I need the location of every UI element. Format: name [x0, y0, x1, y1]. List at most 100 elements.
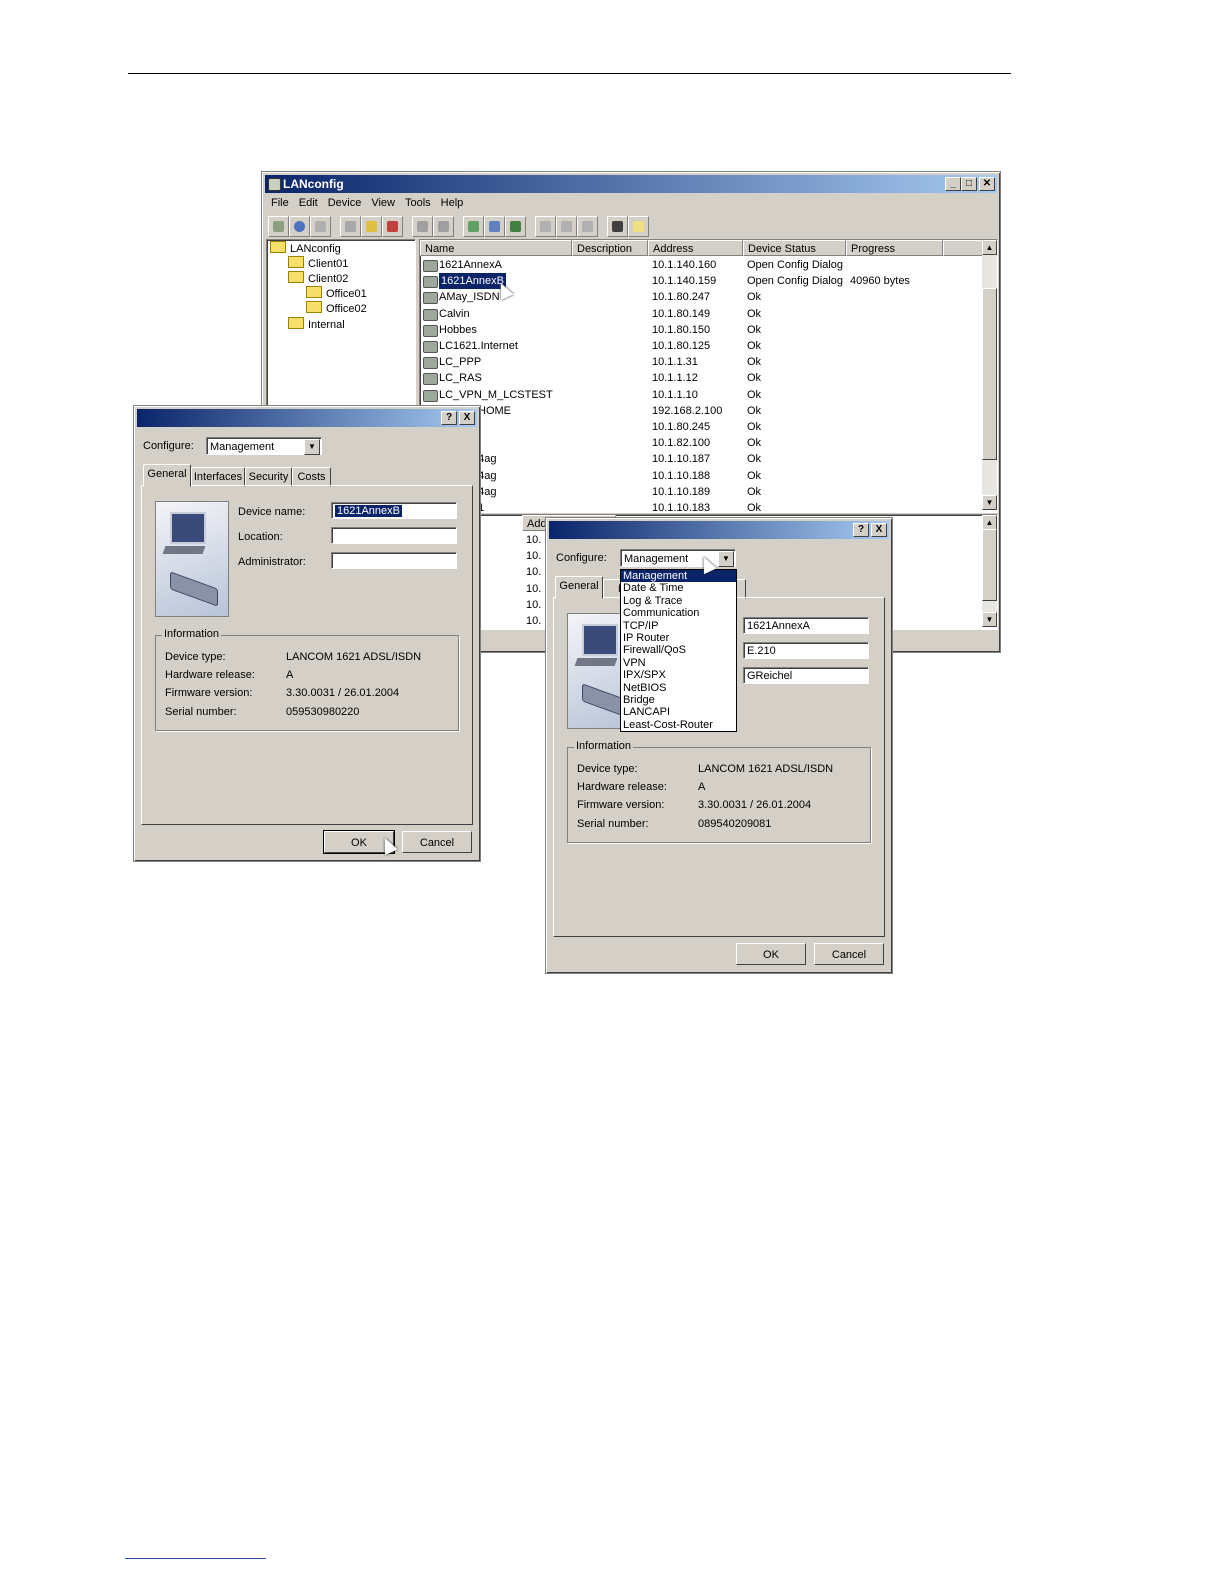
tree-item-client02[interactable]: Client02 — [288, 271, 348, 286]
location-field[interactable] — [331, 527, 457, 544]
col-description[interactable]: Description — [572, 240, 648, 256]
lower-table-row[interactable]: 10. — [526, 581, 541, 597]
table-row[interactable]: 0110.1.10.183Ok — [420, 500, 980, 512]
table-row[interactable]: Hobbes 10.1.80.150 Ok — [420, 322, 980, 338]
dropdown-item[interactable]: Bridge — [621, 694, 736, 706]
dropdown-item[interactable]: Firewall/QoS — [621, 644, 736, 656]
dropdown-item[interactable]: IP Router — [621, 632, 736, 644]
dropdown-item[interactable]: Management — [621, 570, 736, 583]
configure-select[interactable]: Management ▼ — [620, 549, 736, 567]
table-row[interactable]: 54ag 10.1.10.187 Ok — [420, 451, 980, 467]
tree-item-office02[interactable]: Office02 — [306, 301, 367, 316]
close-button[interactable]: X — [459, 411, 475, 425]
monitor-tool[interactable] — [505, 216, 526, 237]
table-row[interactable]: 10.1.82.100 Ok — [420, 435, 980, 451]
menu-view[interactable]: View — [366, 194, 400, 212]
location-field[interactable]: E.210 — [743, 642, 869, 659]
dropdown-item[interactable]: VPN — [621, 657, 736, 669]
lower-table-row[interactable]: 10. — [526, 597, 541, 613]
tools-tool[interactable] — [484, 216, 505, 237]
tab-costs[interactable]: Costs — [292, 467, 331, 487]
check-tool[interactable] — [433, 216, 454, 237]
device-c-tool[interactable] — [577, 216, 598, 237]
dropdown-item[interactable]: LANCAPI — [621, 706, 736, 718]
menu-device[interactable]: Device — [323, 194, 367, 212]
scroll-down-button[interactable]: ▼ — [982, 495, 997, 510]
cancel-button[interactable]: Cancel — [402, 831, 472, 853]
find-devices-tool[interactable] — [289, 216, 310, 237]
device-name-field[interactable]: 1621AnnexB — [331, 502, 457, 519]
dropdown-item[interactable]: IPX/SPX — [621, 669, 736, 681]
col-progress[interactable]: Progress — [846, 240, 943, 256]
col-name[interactable]: Name — [420, 240, 572, 256]
configure-tool[interactable] — [412, 216, 433, 237]
tree-item-lanconfig[interactable]: LANconfig — [270, 241, 341, 256]
dropdown-item[interactable]: Log & Trace — [621, 595, 736, 607]
table-row[interactable]: 54ag 10.1.10.189 Ok — [420, 484, 980, 500]
menu-help[interactable]: Help — [436, 194, 469, 212]
new-device-tool[interactable] — [268, 216, 289, 237]
administrator-field[interactable]: GReichel — [743, 667, 869, 684]
close-button[interactable]: X — [871, 523, 887, 537]
device-name-field[interactable]: 1621AnnexA — [743, 617, 869, 634]
firmware-tool[interactable] — [463, 216, 484, 237]
dropdown-item[interactable]: Communication — [621, 607, 736, 619]
tab-interfaces[interactable]: Interfaces — [191, 467, 245, 487]
ok-button[interactable]: OK — [736, 943, 806, 965]
tree-item-internal[interactable]: Internal — [288, 317, 345, 332]
tab-general[interactable]: General — [555, 576, 603, 599]
dropdown-item[interactable]: Least-Cost-Router — [621, 719, 736, 731]
col-address[interactable]: Address — [648, 240, 743, 256]
tab-security[interactable]: Security — [245, 467, 292, 487]
dialog1-title-bar[interactable]: ? X — [137, 409, 477, 427]
table-row[interactable]: 54ag 10.1.10.188 Ok — [420, 468, 980, 484]
table-row[interactable]: LC1621.Internet 10.1.80.125 Ok — [420, 338, 980, 354]
configure-select[interactable]: Management ▼ — [206, 437, 322, 455]
menu-file[interactable]: File — [266, 194, 294, 212]
chevron-down-icon[interactable]: ▼ — [718, 551, 734, 567]
scroll-thumb[interactable] — [982, 288, 997, 460]
table-row[interactable]: Calvin 10.1.80.149 Ok — [420, 306, 980, 322]
dropdown-item[interactable]: NetBIOS — [621, 682, 736, 694]
lower-scroll-down-button[interactable]: ▼ — [982, 612, 997, 627]
list-tool[interactable] — [382, 216, 403, 237]
lower-scrollbar[interactable]: ▲ ▼ — [982, 515, 997, 627]
table-row[interactable]: 1621AnnexA 10.1.140.160 Open Config Dialog — [420, 257, 980, 273]
lower-scroll-thumb[interactable] — [982, 529, 997, 601]
menu-tools[interactable]: Tools — [400, 194, 436, 212]
maximize-button[interactable]: □ — [961, 177, 977, 191]
lower-table-row[interactable]: 10. — [526, 532, 541, 548]
device-b-tool[interactable] — [556, 216, 577, 237]
dropdown-item[interactable]: Date & Time — [621, 582, 736, 594]
properties-tool[interactable] — [607, 216, 628, 237]
administrator-field[interactable] — [331, 552, 457, 569]
table-row[interactable]: LC_PPP 10.1.1.31 Ok — [420, 354, 980, 370]
lower-table-row[interactable]: 10. — [526, 613, 541, 629]
lower-table-row[interactable]: 10. — [526, 548, 541, 564]
close-button[interactable]: ✕ — [979, 177, 995, 191]
title-bar[interactable]: LANconfig _ □ ✕ — [265, 175, 997, 193]
cancel-button[interactable]: Cancel — [814, 943, 884, 965]
minimize-button[interactable]: _ — [945, 177, 961, 191]
table-row[interactable]: HOME 192.168.2.100 Ok — [420, 403, 980, 419]
new-folder-tool[interactable] — [361, 216, 382, 237]
table-row[interactable]: LC_VPN_M_LCSTEST 10.1.1.10 Ok — [420, 387, 980, 403]
device-a-tool[interactable] — [535, 216, 556, 237]
chevron-down-icon[interactable]: ▼ — [304, 439, 320, 455]
lower-table-row[interactable]: 10. — [526, 564, 541, 580]
lower-scroll-up-button[interactable]: ▲ — [982, 515, 997, 530]
menu-edit[interactable]: Edit — [294, 194, 323, 212]
dialog2-title-bar[interactable]: ? X — [549, 521, 889, 539]
table-row[interactable]: 10.1.80.245 Ok — [420, 419, 980, 435]
dropdown-item[interactable]: TCP/IP — [621, 620, 736, 632]
help-button[interactable]: ? — [441, 411, 457, 425]
tab-general[interactable]: General — [143, 464, 191, 487]
vertical-scrollbar[interactable]: ▲ ▼ — [982, 240, 997, 510]
table-row[interactable]: LC_RAS 10.1.1.12 Ok — [420, 370, 980, 386]
tree-item-office01[interactable]: Office01 — [306, 286, 367, 301]
col-device-status[interactable]: Device Status — [743, 240, 846, 256]
scroll-up-button[interactable]: ▲ — [982, 240, 997, 255]
folder-tool[interactable] — [340, 216, 361, 237]
help-tool[interactable] — [628, 216, 649, 237]
help-button[interactable]: ? — [853, 523, 869, 537]
